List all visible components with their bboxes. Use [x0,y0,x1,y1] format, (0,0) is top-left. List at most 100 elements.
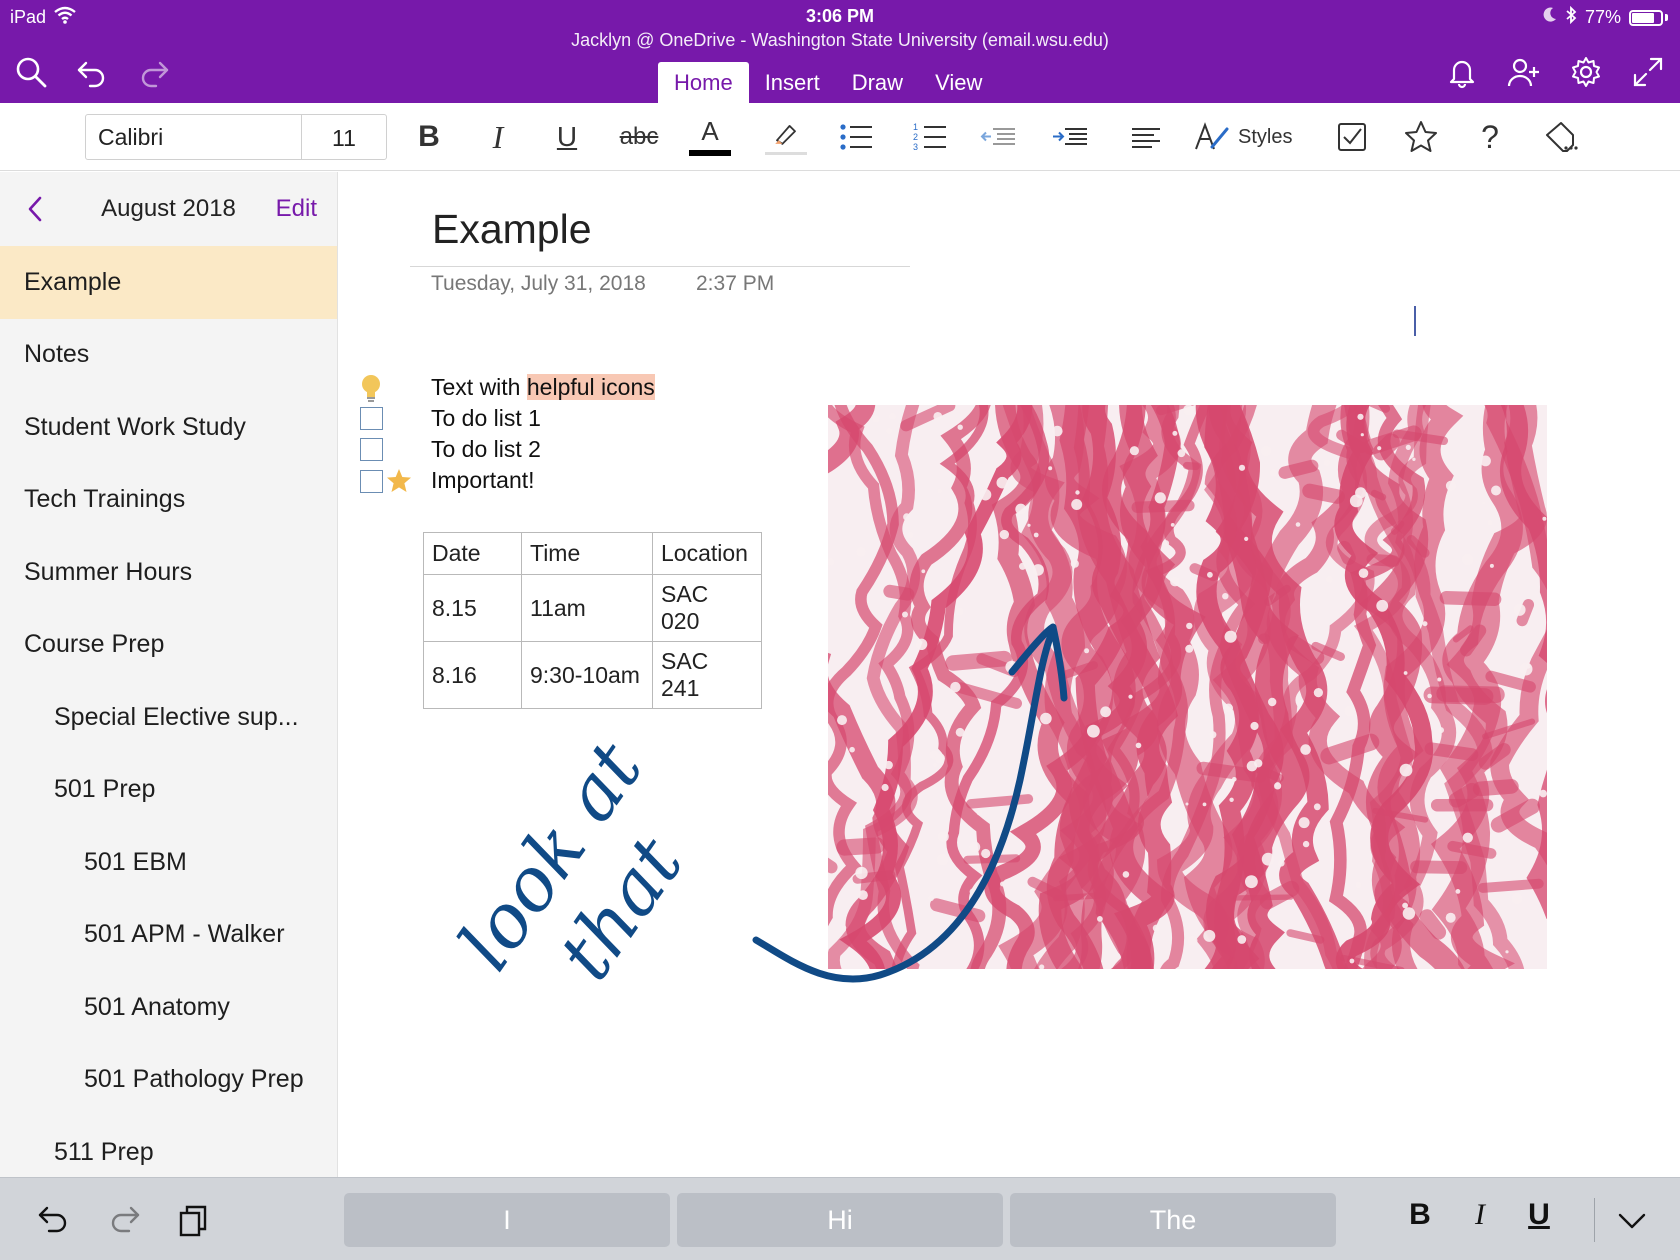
table-cell[interactable]: 11am [521,574,653,642]
kb-italic-button[interactable]: I [1460,1198,1500,1232]
align-button[interactable] [1120,115,1172,159]
tissue-link [966,794,1034,809]
page-title[interactable]: Example [432,206,592,253]
ribbon-tabs: Home Insert Draw View [658,62,998,103]
strikethrough-button[interactable]: abc [611,115,667,159]
sidebar-page-summer-hours[interactable]: Summer Hours [0,536,337,609]
bullet-list-button[interactable] [830,115,882,159]
tissue-pore [1034,640,1039,645]
tissue-pore [885,427,893,435]
font-color-button[interactable]: A [684,115,736,159]
tissue-pore [1298,817,1310,829]
todo-tag-button[interactable] [1326,115,1378,159]
suggestion-2[interactable]: Hi [677,1193,1003,1247]
tissue-pore [1250,721,1259,731]
tissue-pore [1313,688,1323,698]
tissue-pore [950,681,961,693]
font-size-field[interactable]: 11 [302,115,386,159]
sidebar-page-501-pathology-prep[interactable]: 501 Pathology Prep [0,1044,337,1117]
table-header-cell[interactable]: Location [652,532,762,575]
tab-insert[interactable]: Insert [749,62,836,103]
tissue-pore [1412,457,1416,461]
tissue-pore [1376,599,1389,612]
tissue-pore [1245,875,1258,889]
font-name-field[interactable]: Calibri [86,115,302,159]
tissue-pore [921,569,926,574]
histology-image[interactable] [828,405,1547,969]
table-cell[interactable]: 8.15 [423,574,522,642]
gear-icon[interactable] [1566,52,1606,92]
sidebar-page-501-prep[interactable]: 501 Prep [0,754,337,827]
align-left-icon [1132,128,1160,148]
sidebar-page-501-apm-walker[interactable]: 501 APM - Walker [0,899,337,972]
todo-item-1[interactable]: To do list 1 [431,405,541,432]
undo-icon[interactable] [72,52,112,92]
sidebar-page-501-anatomy[interactable]: 501 Anatomy [0,971,337,1044]
note-text-line[interactable]: Text with helpful icons [431,374,655,401]
sidebar-page-tech-trainings[interactable]: Tech Trainings [0,464,337,537]
schedule-table[interactable]: Date Time Location 8.15 11am SAC 020 8.1… [423,532,762,709]
fullscreen-icon[interactable] [1628,52,1668,92]
important-tag-button[interactable] [1395,115,1447,159]
search-icon[interactable] [11,52,51,92]
edit-button[interactable]: Edit [276,195,317,223]
tissue-link [1278,459,1319,479]
table-cell[interactable]: SAC 241 [652,641,762,709]
styles-button[interactable]: Styles [1192,115,1310,159]
tissue-pore [1207,571,1213,578]
sidebar-page-501-ebm[interactable]: 501 EBM [0,826,337,899]
todo-checkbox-2[interactable] [360,438,383,461]
kb-paste-icon[interactable] [170,1196,218,1244]
sidebar-page-student-work-study[interactable]: Student Work Study [0,391,337,464]
sidebar-page-special-elective[interactable]: Special Elective sup... [0,681,337,754]
kb-bold-button[interactable]: B [1400,1198,1440,1232]
more-tags-button[interactable] [1533,115,1585,159]
todo-item-2[interactable]: To do list 2 [431,436,541,463]
decrease-indent-button[interactable] [973,115,1025,159]
table-cell[interactable]: 9:30-10am [521,641,653,709]
tab-draw[interactable]: Draw [836,62,919,103]
tab-view[interactable]: View [919,62,998,103]
table-cell[interactable]: 8.16 [423,641,522,709]
kb-underline-button[interactable]: U [1519,1198,1559,1232]
tissue-pore [1437,677,1442,682]
todo-checkbox-1[interactable] [360,407,383,430]
highlight-button[interactable] [760,115,812,159]
tissue-pore [1246,760,1258,772]
sidebar-page-notes[interactable]: Notes [0,319,337,392]
tissue-link [883,584,915,601]
suggestion-1[interactable]: I [344,1193,670,1247]
question-tag-button[interactable]: ? [1464,115,1516,159]
tissue-pore [1224,630,1237,643]
question-label: ? [1481,118,1499,155]
highlighter-icon [775,124,796,145]
sidebar-page-course-prep[interactable]: Course Prep [0,609,337,682]
kb-redo-icon[interactable] [100,1196,148,1244]
redo-icon[interactable] [134,52,174,92]
increase-indent-button[interactable] [1045,115,1097,159]
underline-button[interactable]: U [541,115,593,159]
kb-dismiss-chevron-icon[interactable] [1608,1196,1656,1244]
numbered-list-button[interactable]: 123 [904,115,956,159]
tissue-pore [1268,697,1277,707]
tab-home[interactable]: Home [658,62,749,103]
italic-button[interactable]: I [472,115,524,159]
tissue-pore [849,746,855,753]
todo-checkbox-3[interactable] [360,470,383,493]
table-header-cell[interactable]: Time [521,532,653,575]
suggestion-3[interactable]: The [1010,1193,1336,1247]
bold-button[interactable]: B [403,115,455,159]
styles-label: Styles [1238,125,1293,148]
tissue-pore [1071,499,1083,510]
sidebar-page-511-prep[interactable]: 511 Prep [0,1116,337,1177]
table-cell[interactable]: SAC 020 [652,574,762,642]
important-item[interactable]: Important! [431,467,535,494]
kb-undo-icon[interactable] [30,1196,78,1244]
table-header-cell[interactable]: Date [423,532,522,575]
sidebar-page-example[interactable]: Example [0,246,337,319]
tissue-pore [1232,777,1237,782]
tissue-pore [1491,485,1501,496]
add-person-icon[interactable] [1504,52,1544,92]
page-list-sidebar: August 2018 Edit Example Notes Student W… [0,172,338,1177]
bell-icon[interactable] [1442,52,1482,92]
